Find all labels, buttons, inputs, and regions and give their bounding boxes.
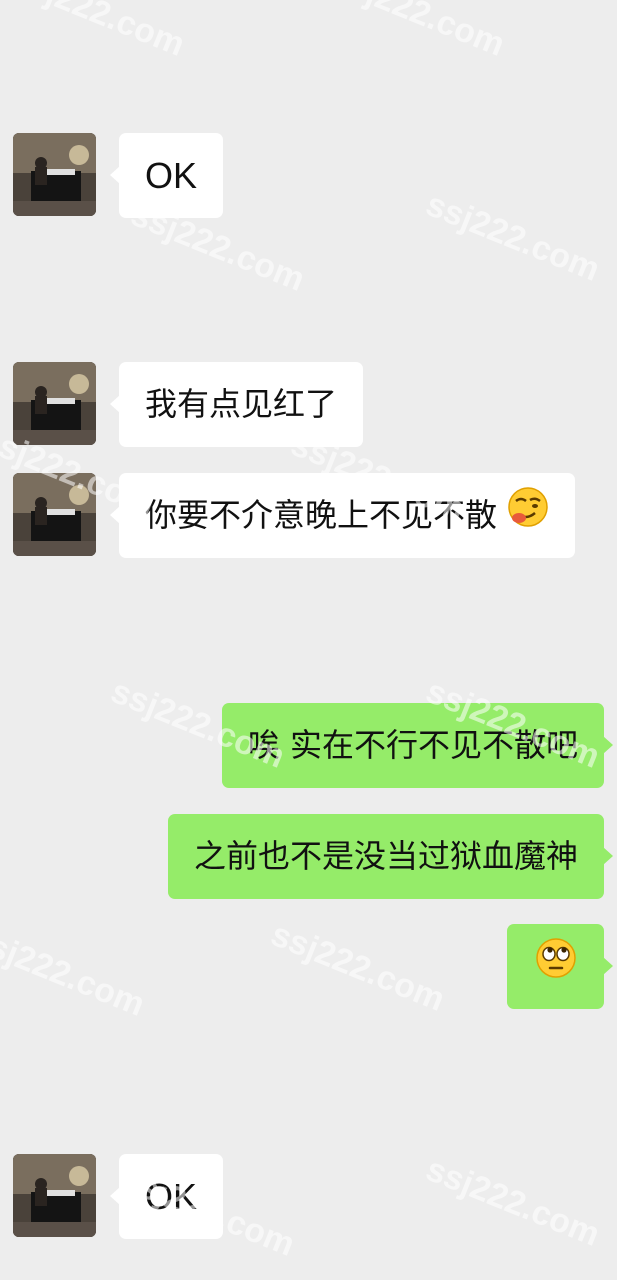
watermark: ssj222.com [5,0,191,64]
smirking-face-emoji-icon [507,475,549,560]
message-bubble-incoming[interactable]: OK [109,1154,224,1239]
message-text: 你要不介意晚上不见不散 [145,496,498,534]
avatar-image [13,362,96,445]
message-bubble-outgoing[interactable] [507,924,613,1011]
message-bubble-incoming[interactable]: 我有点见红了 [109,362,364,447]
contact-avatar[interactable] [13,362,96,445]
message-row [0,924,617,1009]
message-bubble-outgoing[interactable]: 唉 实在不行不见不散吧 [221,703,614,788]
chat-area: OK 我有点见红了 你要不介意晚上不见不散 唉 实在不行不见不散吧 之前也不是没… [0,0,617,1280]
message-bubble-incoming[interactable]: 你要不介意晚上不见不散 [109,473,576,560]
avatar-image [13,133,96,216]
message-text: OK [145,155,198,196]
message-row: 之前也不是没当过狱血魔神 [0,814,617,899]
avatar-image [13,1154,96,1237]
contact-avatar[interactable] [13,1154,96,1237]
message-row: 你要不介意晚上不见不散 [0,473,617,558]
message-text: 之前也不是没当过狱血魔神 [193,837,578,875]
watermark: ssj222.com [325,0,511,64]
message-bubble-incoming[interactable]: OK [109,133,224,218]
message-row: 唉 实在不行不见不散吧 [0,703,617,788]
contact-avatar[interactable] [13,473,96,556]
message-text: 唉 实在不行不见不散吧 [247,726,578,764]
message-row: OK [0,1154,617,1239]
message-text: OK [145,1176,198,1217]
message-row: 我有点见红了 [0,362,617,447]
face-with-rolling-eyes-emoji-icon [535,926,577,1011]
message-bubble-outgoing[interactable]: 之前也不是没当过狱血魔神 [167,814,614,899]
message-text: 我有点见红了 [145,385,338,423]
contact-avatar[interactable] [13,133,96,216]
message-row: OK [0,133,617,218]
avatar-image [13,473,96,556]
